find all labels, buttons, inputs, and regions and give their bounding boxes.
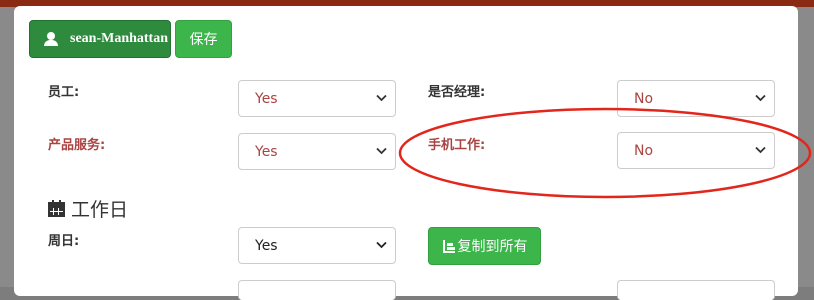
annotation-ellipse	[398, 107, 812, 199]
